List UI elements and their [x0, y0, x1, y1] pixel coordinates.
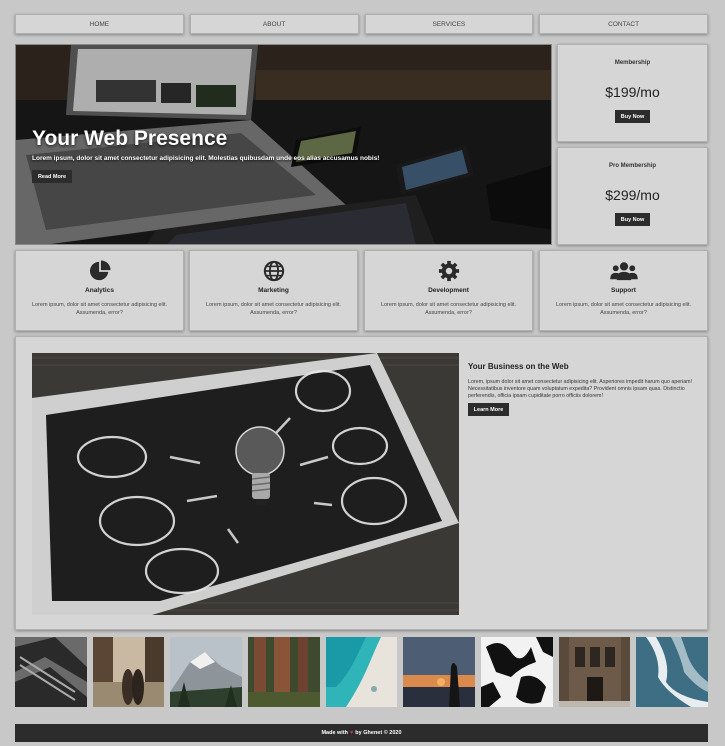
- gallery-image-forest[interactable]: [248, 637, 320, 707]
- footer-prefix: Made with: [321, 730, 349, 736]
- heart-icon: ♥: [350, 730, 354, 736]
- pricing-title: Pro Membership: [608, 163, 656, 169]
- gallery-image-graffiti[interactable]: [481, 637, 553, 707]
- photo-gallery: [15, 637, 709, 707]
- feature-title: Analytics: [85, 287, 114, 294]
- cog-icon: [438, 260, 459, 282]
- footer: Made with ♥ by Ghenet © 2020: [15, 724, 708, 742]
- feature-text: Lorem ipsum, dolor sit amet consectetur …: [205, 302, 342, 316]
- gallery-image-architecture[interactable]: [15, 637, 87, 707]
- business-title: Your Business on the Web: [468, 362, 569, 371]
- feature-text: Lorem ipsum, dolor sit amet consectetur …: [555, 302, 692, 316]
- gallery-image-beach-aerial[interactable]: [325, 637, 398, 707]
- nav-about[interactable]: ABOUT: [189, 14, 359, 34]
- globe-icon: [263, 260, 284, 282]
- feature-marketing: Marketing Lorem ipsum, dolor sit amet co…: [189, 250, 358, 331]
- feature-text: Lorem ipsum, dolor sit amet consectetur …: [380, 302, 517, 316]
- pie-chart-icon: [89, 260, 111, 281]
- gallery-image-ocean-waves[interactable]: [636, 637, 709, 707]
- gallery-image-mountain[interactable]: [170, 637, 243, 707]
- learn-more-button[interactable]: Learn More: [468, 403, 509, 416]
- hero-text: Lorem ipsum, dolor sit amet consectetur …: [32, 155, 380, 162]
- feature-support: Support Lorem ipsum, dolor sit amet cons…: [539, 250, 708, 331]
- pricing-card-pro-membership: Pro Membership $299/mo Buy Now: [557, 147, 708, 245]
- feature-analytics: Analytics Lorem ipsum, dolor sit amet co…: [15, 250, 184, 331]
- pricing-title: Membership: [614, 60, 651, 66]
- pricing-price: $299/mo: [605, 187, 660, 203]
- nav-contact[interactable]: CONTACT: [539, 14, 708, 34]
- business-section: Your Business on the Web Lorem, ipsum do…: [15, 336, 708, 630]
- pricing-price: $199/mo: [605, 84, 660, 100]
- feature-title: Marketing: [258, 287, 289, 294]
- footer-credit: by Ghenet © 2020: [355, 730, 402, 736]
- top-nav: HOME ABOUT SERVICES CONTACT: [15, 14, 708, 34]
- nav-services[interactable]: SERVICES: [364, 14, 534, 34]
- hero-title: Your Web Presence: [32, 127, 228, 150]
- lightbulb-chalkboard-image: [32, 353, 459, 615]
- feature-development: Development Lorem ipsum, dolor sit amet …: [364, 250, 533, 331]
- hero-banner: Your Web Presence Lorem ipsum, dolor sit…: [15, 44, 552, 245]
- feature-text: Lorem ipsum, dolor sit amet consectetur …: [31, 302, 168, 316]
- buy-now-button[interactable]: Buy Now: [615, 213, 650, 226]
- gallery-image-couple[interactable]: [92, 637, 165, 707]
- gallery-image-sunset-woman[interactable]: [403, 637, 476, 707]
- pricing-card-membership: Membership $199/mo Buy Now: [557, 44, 708, 142]
- business-text: Lorem, ipsum dolor sit amet consectetur …: [468, 379, 693, 400]
- read-more-button[interactable]: Read More: [32, 170, 72, 183]
- nav-home[interactable]: HOME: [15, 14, 184, 34]
- feature-title: Development: [428, 287, 469, 294]
- users-icon: [609, 262, 638, 281]
- feature-title: Support: [611, 287, 636, 294]
- buy-now-button[interactable]: Buy Now: [615, 110, 650, 123]
- gallery-image-building[interactable]: [558, 637, 631, 707]
